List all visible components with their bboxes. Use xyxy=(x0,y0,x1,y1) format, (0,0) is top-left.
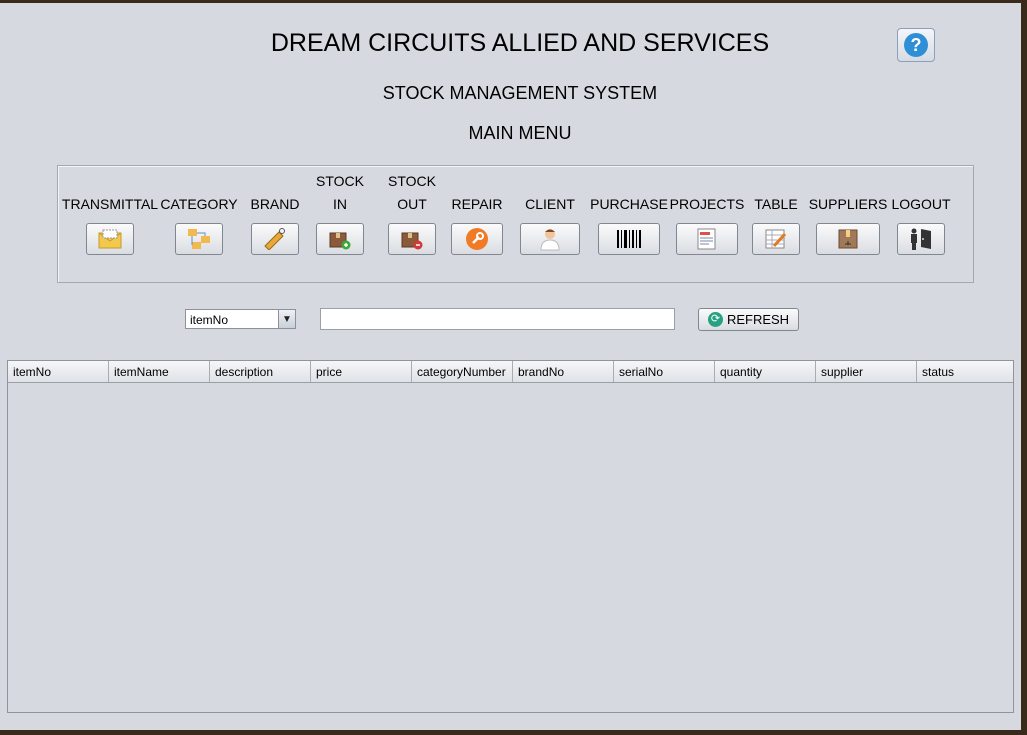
person-icon xyxy=(539,227,561,251)
box-add-icon xyxy=(328,228,352,250)
app-title: DREAM CIRCUITS ALLIED AND SERVICES xyxy=(270,29,770,57)
column-header-description[interactable]: description xyxy=(210,361,311,382)
chevron-down-icon[interactable]: ▼ xyxy=(278,310,295,328)
category-icon xyxy=(187,228,211,250)
search-field-dropdown[interactable]: itemNo ▼ xyxy=(185,309,296,329)
menu-label: TRANSMITTAL xyxy=(61,196,159,212)
menu-item-suppliers: SUPPLIERS xyxy=(808,166,888,266)
help-button[interactable]: ? xyxy=(897,28,935,62)
menu-label: LOGOUT xyxy=(891,196,951,212)
menu-label: BRAND xyxy=(250,196,300,212)
column-header-status[interactable]: status xyxy=(917,361,1013,382)
main-menu-heading: MAIN MENU xyxy=(468,123,572,143)
menu-item-projects: PROJECTS xyxy=(669,166,745,266)
column-header-price[interactable]: price xyxy=(311,361,412,382)
refresh-icon: ⟳ xyxy=(707,312,723,327)
brand-button[interactable] xyxy=(251,223,299,255)
column-header-brandno[interactable]: brandNo xyxy=(513,361,614,382)
search-input[interactable] xyxy=(320,308,675,330)
menu-label: SUPPLIERS xyxy=(808,196,888,212)
transmittal-button[interactable] xyxy=(86,223,134,255)
menu-item-brand: BRAND xyxy=(244,166,306,266)
table-header: itemNo itemName description price catego… xyxy=(8,361,1013,383)
column-header-serialno[interactable]: serialNo xyxy=(614,361,715,382)
client-button[interactable] xyxy=(520,223,580,255)
menu-item-repair: REPAIR xyxy=(448,166,506,266)
menu-item-purchase: PURCHASE xyxy=(590,166,668,266)
wrench-icon xyxy=(465,227,489,251)
tag-icon xyxy=(263,228,287,250)
column-header-supplier[interactable]: supplier xyxy=(816,361,917,382)
projects-button[interactable] xyxy=(676,223,738,255)
logout-door-icon xyxy=(909,227,933,251)
refresh-label: REFRESH xyxy=(726,312,790,327)
purchase-button[interactable] xyxy=(598,223,660,255)
menu-item-stock-out: STOCK OUT xyxy=(386,166,438,266)
column-header-itemname[interactable]: itemName xyxy=(109,361,210,382)
menu-label: PURCHASE xyxy=(590,196,668,212)
dropdown-value: itemNo xyxy=(190,313,229,327)
menu-label: REPAIR xyxy=(451,196,503,212)
barcode-icon xyxy=(616,229,642,249)
table-edit-icon xyxy=(764,228,788,250)
menu-item-category: CATEGORY xyxy=(160,166,238,266)
stock-table[interactable]: itemNo itemName description price catego… xyxy=(7,360,1014,713)
column-header-itemno[interactable]: itemNo xyxy=(8,361,109,382)
refresh-button[interactable]: ⟳ REFRESH xyxy=(698,308,799,331)
logout-button[interactable] xyxy=(897,223,945,255)
menu-label: CATEGORY xyxy=(160,196,238,212)
box-remove-icon xyxy=(400,228,424,250)
main-window: DREAM CIRCUITS ALLIED AND SERVICES STOCK… xyxy=(0,3,1021,730)
menu-item-stock-in: STOCK IN xyxy=(314,166,366,266)
stock-out-button[interactable] xyxy=(388,223,436,255)
menu-label: STOCK IN xyxy=(316,173,364,212)
repair-button[interactable] xyxy=(451,223,503,255)
system-subtitle: STOCK MANAGEMENT SYSTEM xyxy=(382,83,658,103)
menu-label: CLIENT xyxy=(525,196,575,212)
stock-in-button[interactable] xyxy=(316,223,364,255)
main-menu-panel: TRANSMITTAL CATEGORY BRAND STOCK IN STOC… xyxy=(57,165,974,283)
document-icon xyxy=(695,228,719,250)
menu-label: TABLE xyxy=(754,196,798,212)
menu-label: STOCK OUT xyxy=(388,173,436,212)
envelope-icon xyxy=(98,229,122,249)
package-icon xyxy=(837,228,859,250)
menu-label: PROJECTS xyxy=(669,196,745,212)
menu-item-logout: LOGOUT xyxy=(891,166,951,266)
menu-item-transmittal: TRANSMITTAL xyxy=(61,166,159,266)
category-button[interactable] xyxy=(175,223,223,255)
menu-item-table: TABLE xyxy=(750,166,802,266)
suppliers-button[interactable] xyxy=(816,223,880,255)
help-icon: ? xyxy=(904,33,928,57)
table-button[interactable] xyxy=(752,223,800,255)
column-header-quantity[interactable]: quantity xyxy=(715,361,816,382)
column-header-categorynumber[interactable]: categoryNumber xyxy=(412,361,513,382)
menu-item-client: CLIENT xyxy=(518,166,582,266)
